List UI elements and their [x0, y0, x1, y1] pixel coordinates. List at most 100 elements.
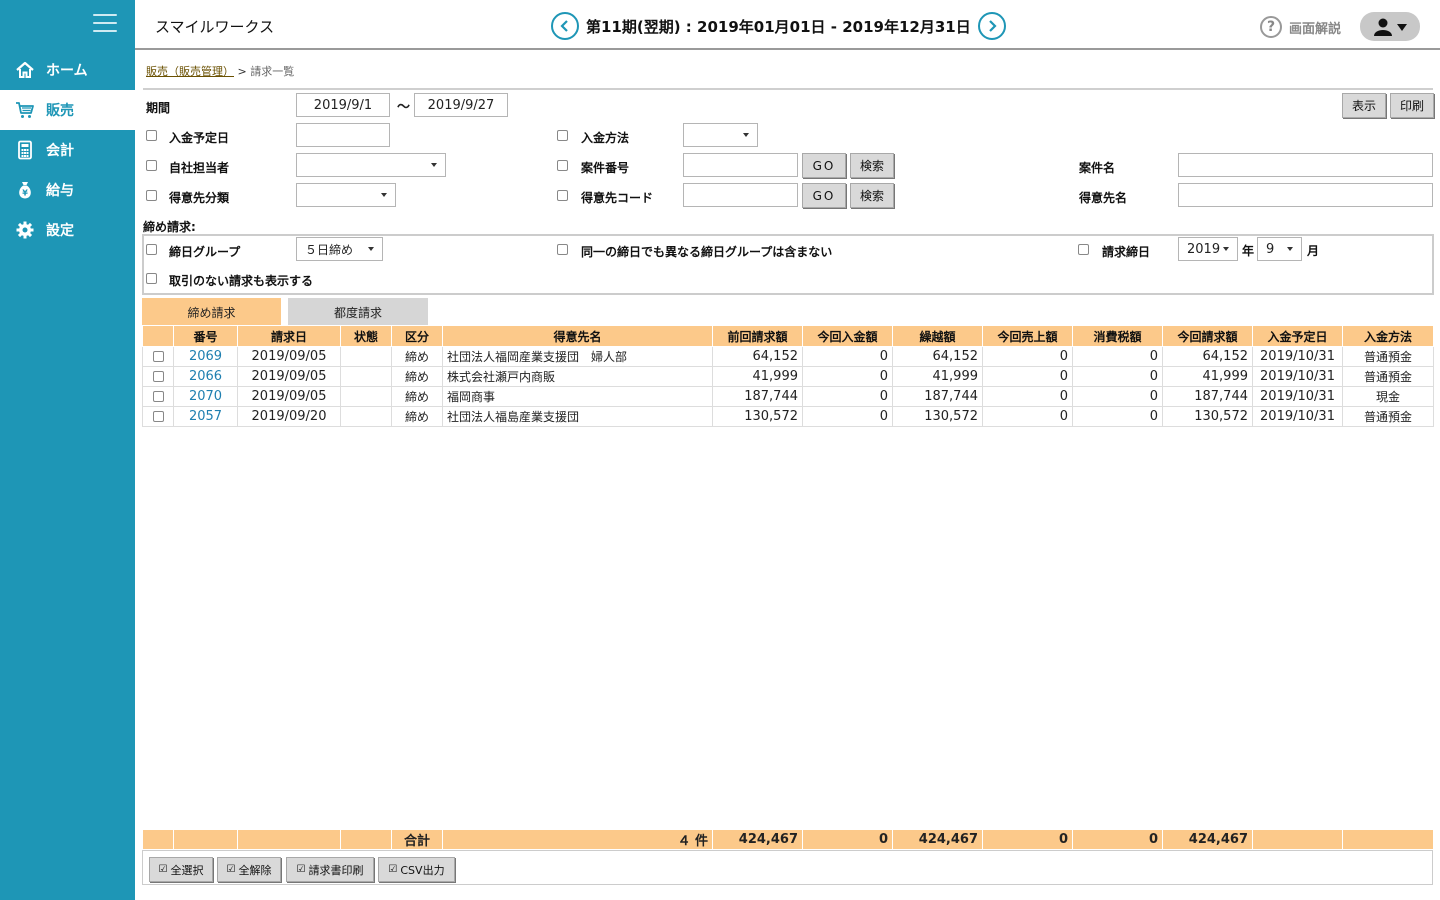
col-header[interactable]: 今回入金額 [802, 325, 893, 347]
select-all-button[interactable]: ☑ 全選択 [149, 857, 213, 882]
chevron-left-icon [560, 20, 568, 32]
case-number-input[interactable] [683, 153, 798, 177]
csv-export-label: CSV出力 [400, 863, 445, 877]
breadcrumb-separator: > [237, 65, 247, 78]
payment-method: 普通預金 [1342, 366, 1434, 387]
sidebar-item-payroll[interactable]: ¥ 給与 [0, 170, 135, 210]
row-checkbox-cell[interactable] [142, 386, 174, 407]
exclude-other-groups-checkbox[interactable] [557, 244, 568, 255]
row-checkbox-cell[interactable] [142, 406, 174, 427]
deselect-all-label: 全解除 [238, 863, 272, 877]
select-all-label: 全選択 [170, 863, 204, 877]
row-checkbox-cell[interactable] [142, 346, 174, 367]
col-header[interactable]: 繰越額 [892, 325, 983, 347]
table-row[interactable]: 2066 2019/09/05 締め 株式会社瀬戸内商販 41,999 0 41… [142, 366, 1434, 387]
col-header[interactable]: 前回請求額 [712, 325, 803, 347]
tax-amount: 0 [1072, 346, 1163, 367]
case-name-input[interactable] [1178, 153, 1433, 177]
print-button[interactable]: 印刷 [1390, 93, 1434, 118]
user-menu-button[interactable] [1360, 12, 1420, 41]
table-row[interactable]: 2070 2019/09/05 締め 福岡商事 187,744 0 187,74… [142, 386, 1434, 407]
due-date: 2019/10/31 [1252, 386, 1343, 407]
sidebar-item-accounting[interactable]: 会計 [0, 130, 135, 170]
sidebar-item-settings[interactable]: 設定 [0, 210, 135, 250]
row-checkbox-cell[interactable] [142, 366, 174, 387]
customer-class-checkbox[interactable] [146, 190, 157, 201]
col-header[interactable]: 消費税額 [1072, 325, 1163, 347]
col-header[interactable]: 入金方法 [1342, 325, 1434, 347]
closing-month-select[interactable]: 9 [1257, 237, 1302, 261]
invoice-table: 番号 請求日 状態 区分 得意先名 前回請求額 今回入金額 繰越額 今回売上額 … [142, 325, 1434, 427]
customer-name-input[interactable] [1178, 183, 1433, 207]
checkbox-icon: ☑ [296, 864, 306, 875]
row-checkbox[interactable] [152, 351, 164, 362]
payment-method-select[interactable] [683, 123, 758, 147]
user-icon [1374, 18, 1407, 36]
closing-month-value: 9 [1266, 241, 1275, 257]
sidebar: ホーム 販売 会計 ¥ 給与 設定 [0, 0, 135, 900]
period-to-input[interactable]: 2019/9/27 [414, 93, 508, 117]
staff-checkbox[interactable] [146, 160, 157, 171]
case-number-checkbox[interactable] [557, 160, 568, 171]
show-button[interactable]: 表示 [1342, 93, 1386, 118]
prev-amount: 130,572 [712, 406, 803, 427]
col-header[interactable]: 入金予定日 [1252, 325, 1343, 347]
show-no-transaction-checkbox[interactable] [146, 273, 157, 284]
payment-due-input[interactable] [296, 123, 390, 147]
csv-export-button[interactable]: ☑ CSV出力 [378, 857, 455, 882]
col-header[interactable]: 区分 [391, 325, 443, 347]
help-button[interactable]: ? 画面解説 [1260, 16, 1341, 38]
table-row[interactable]: 2057 2019/09/20 締め 社団法人福島産業支援団 130,572 0… [142, 406, 1434, 427]
breadcrumb-parent-link[interactable]: 販売（販売管理） [146, 65, 234, 78]
period-from-input[interactable]: 2019/9/1 [296, 93, 390, 117]
carry-amount: 187,744 [892, 386, 983, 407]
sidebar-item-home[interactable]: ホーム [0, 50, 135, 90]
payment-method: 普通預金 [1342, 406, 1434, 427]
payment-due-checkbox[interactable] [146, 130, 157, 141]
col-header[interactable]: 状態 [340, 325, 392, 347]
closing-date-checkbox[interactable] [1078, 244, 1089, 255]
col-header[interactable]: 番号 [173, 325, 238, 347]
col-header[interactable]: 今回売上額 [982, 325, 1073, 347]
prev-period-button[interactable] [551, 12, 579, 40]
col-header[interactable]: 得意先名 [442, 325, 713, 347]
payment-method: 普通預金 [1342, 346, 1434, 367]
tax-amount: 0 [1072, 406, 1163, 427]
invoice-status [340, 366, 392, 387]
print-invoice-label: 請求書印刷 [308, 863, 364, 877]
payment-method-checkbox[interactable] [557, 130, 568, 141]
customer-code-checkbox[interactable] [557, 190, 568, 201]
invoice-number-link[interactable]: 2070 [173, 386, 238, 407]
invoice-number-link[interactable]: 2069 [173, 346, 238, 367]
invoice-number-link[interactable]: 2066 [173, 366, 238, 387]
paid-amount: 0 [802, 386, 893, 407]
row-checkbox[interactable] [152, 371, 164, 382]
col-header[interactable]: 請求日 [237, 325, 341, 347]
sidebar-item-sales[interactable]: 販売 [0, 90, 135, 130]
next-period-button[interactable] [977, 12, 1006, 40]
closing-group-select[interactable]: ５日締め [296, 237, 383, 261]
tab-per-transaction-invoices[interactable]: 都度請求 [288, 298, 428, 326]
col-header[interactable]: 今回請求額 [1162, 325, 1253, 347]
table-row[interactable]: 2069 2019/09/05 締め 社団法人福岡産業支援団 婦人部 64,15… [142, 346, 1434, 367]
case-number-search-button[interactable]: 検索 [850, 153, 894, 178]
deselect-all-button[interactable]: ☑ 全解除 [217, 857, 281, 882]
customer-class-select[interactable] [296, 183, 396, 207]
closing-year-select[interactable]: 2019 [1178, 237, 1238, 261]
row-checkbox[interactable] [152, 411, 164, 422]
menu-icon[interactable] [93, 14, 117, 36]
total-amount: 187,744 [1162, 386, 1253, 407]
customer-code-search-button[interactable]: 検索 [850, 183, 894, 208]
customer-name: 株式会社瀬戸内商販 [442, 366, 713, 387]
invoice-number-link[interactable]: 2057 [173, 406, 238, 427]
customer-code-input[interactable] [683, 183, 798, 207]
staff-select[interactable] [296, 153, 446, 177]
tab-closing-invoices[interactable]: 締め請求 [142, 298, 281, 326]
row-checkbox[interactable] [152, 391, 164, 402]
case-number-go-button[interactable]: GO [802, 153, 846, 178]
totals-empty-cell [173, 829, 238, 850]
customer-code-go-button[interactable]: GO [802, 183, 846, 208]
print-invoice-button[interactable]: ☑ 請求書印刷 [286, 857, 374, 882]
closing-group-checkbox[interactable] [146, 244, 157, 255]
money-bag-icon: ¥ [15, 180, 35, 200]
